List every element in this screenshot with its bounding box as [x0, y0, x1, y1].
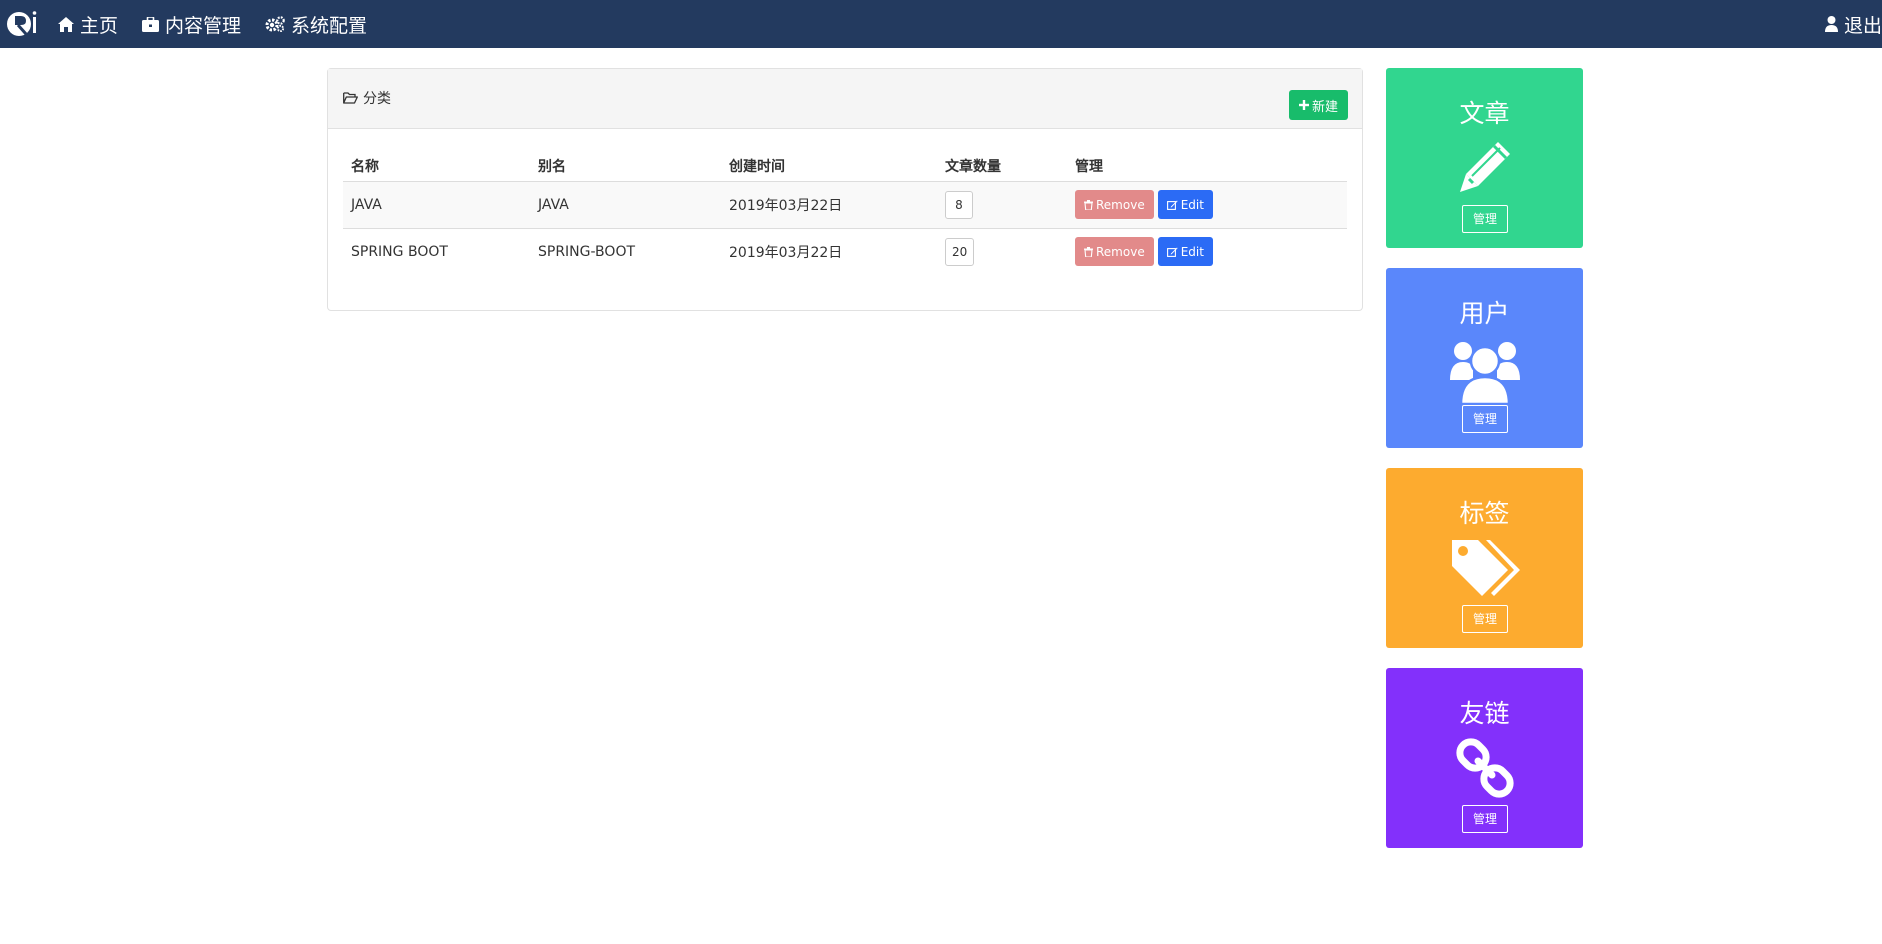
- card-articles-icon-wrap: [1386, 138, 1583, 196]
- user-icon: [1824, 16, 1838, 32]
- cogs-icon: [265, 16, 285, 32]
- edit-button[interactable]: Edit: [1157, 237, 1213, 267]
- edit-label: Edit: [1180, 244, 1204, 259]
- card-tags: 标签 管理: [1386, 468, 1583, 648]
- top-navbar: 主页 内容管理 系统配置 退出: [0, 0, 1882, 48]
- card-tags-title: 标签: [1459, 499, 1510, 528]
- cell-count: 20: [937, 228, 1067, 275]
- plus-icon: [1298, 100, 1309, 110]
- remove-label: Remove: [1096, 244, 1145, 259]
- nav-system-config-label: 系统配置: [291, 14, 368, 37]
- card-links-icon-wrap: [1386, 738, 1583, 798]
- edit-icon: [1166, 200, 1178, 210]
- home-icon: [58, 16, 74, 32]
- cell-actions: Remove Edit: [1067, 228, 1347, 275]
- link-icon: [1455, 738, 1514, 798]
- cell-alias: SPRING-BOOT: [538, 243, 636, 260]
- card-tags-manage-button[interactable]: 管理: [1462, 605, 1508, 633]
- header-article-count[interactable]: 文章数量: [937, 151, 1067, 182]
- nav-content-management-label: 内容管理: [165, 14, 242, 37]
- cell-created: 2019年03月22日: [721, 181, 937, 229]
- count-badge: 20: [945, 237, 975, 266]
- pencil-icon: [1459, 142, 1510, 192]
- edit-label: Edit: [1180, 197, 1204, 212]
- card-tags-icon-wrap: [1386, 538, 1583, 596]
- cell-name: JAVA: [343, 181, 530, 229]
- card-articles-manage-button[interactable]: 管理: [1462, 205, 1508, 233]
- nav-home[interactable]: 主页: [58, 0, 118, 48]
- card-users-icon-wrap: [1386, 338, 1583, 404]
- category-table: 名称 别名 创建时间 文章数量 管理 JAVA JAVA 2019年03月22日…: [343, 151, 1347, 275]
- new-category-button[interactable]: 新建: [1288, 90, 1348, 120]
- tags-icon: [1451, 540, 1520, 596]
- logo[interactable]: [6, 4, 46, 44]
- nav-home-label: 主页: [80, 14, 119, 37]
- table-row: SPRING BOOT SPRING-BOOT 2019年03月22日 20 R…: [343, 228, 1347, 275]
- panel-heading: 分类 新建: [328, 69, 1362, 129]
- header-manage: 管理: [1067, 151, 1347, 182]
- trash-icon: [1084, 246, 1093, 257]
- remove-button[interactable]: Remove: [1075, 237, 1154, 267]
- cell-actions: Remove Edit: [1067, 181, 1347, 229]
- folder-open-icon: [343, 92, 358, 104]
- remove-label: Remove: [1096, 197, 1145, 212]
- cell-count: 8: [937, 181, 1067, 229]
- panel-title: 分类: [343, 88, 391, 108]
- card-users-title: 用户: [1459, 299, 1510, 328]
- logout-link[interactable]: 退出: [1824, 0, 1882, 48]
- logout-label: 退出: [1843, 14, 1882, 37]
- edit-icon: [1166, 247, 1178, 257]
- users-icon: [1449, 342, 1520, 404]
- count-badge: 8: [945, 190, 973, 219]
- header-name[interactable]: 名称: [343, 151, 530, 182]
- panel-title-text: 分类: [363, 91, 391, 107]
- trash-icon: [1084, 199, 1093, 210]
- nav-system-config[interactable]: 系统配置: [265, 0, 367, 48]
- logo-icon: [7, 11, 37, 36]
- cell-alias: JAVA: [530, 181, 721, 229]
- table-row: JAVA JAVA 2019年03月22日 8 Remove Edit: [343, 181, 1347, 229]
- nav-content-management[interactable]: 内容管理: [142, 0, 241, 48]
- header-created[interactable]: 创建时间: [721, 151, 937, 182]
- card-articles: 文章 管理: [1386, 68, 1583, 248]
- card-links-manage-button[interactable]: 管理: [1462, 805, 1508, 833]
- category-panel: 分类 新建 名称 别名 创建时间 文章数量 管理 JAVA JAVA 2019年: [327, 68, 1363, 311]
- card-articles-title: 文章: [1459, 99, 1510, 128]
- edit-button[interactable]: Edit: [1157, 190, 1213, 219]
- card-users: 用户 管理: [1386, 268, 1583, 448]
- new-category-label: 新建: [1311, 99, 1338, 115]
- cell-created: 2019年03月22日: [729, 244, 843, 261]
- cell-name: SPRING BOOT: [351, 243, 448, 260]
- header-alias[interactable]: 别名: [530, 151, 721, 182]
- table-header-row: 名称 别名 创建时间 文章数量 管理: [343, 151, 1347, 182]
- remove-button[interactable]: Remove: [1075, 190, 1154, 219]
- card-links-title: 友链: [1459, 699, 1510, 728]
- card-links: 友链 管理: [1386, 668, 1583, 848]
- briefcase-icon: [142, 16, 160, 32]
- card-users-manage-button[interactable]: 管理: [1462, 405, 1508, 433]
